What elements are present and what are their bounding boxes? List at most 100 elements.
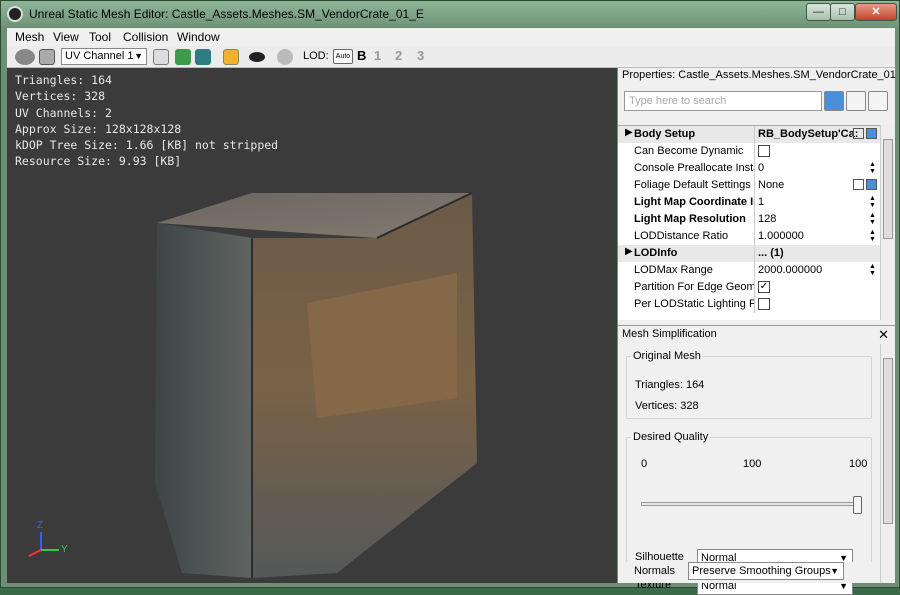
close-icon[interactable]: ✕ <box>878 326 889 343</box>
show-uv-button-icon[interactable] <box>39 49 55 65</box>
close-window-button[interactable]: ✕ <box>855 3 897 21</box>
property-action-buttons[interactable] <box>853 128 879 142</box>
spinner-icon[interactable]: ▲ ▼ <box>869 161 876 175</box>
property-value[interactable]: 2000.000000 <box>758 264 858 276</box>
bounds-icon[interactable] <box>195 49 211 65</box>
property-row-lod-info[interactable]: ▶ LODInfo ... (1) <box>618 245 880 262</box>
favorite-star-icon[interactable] <box>846 91 866 111</box>
right-panel: Properties: Castle_Assets.Meshes.SM_Vend… <box>618 68 895 595</box>
gear-icon[interactable] <box>277 49 293 65</box>
lod-auto-button[interactable]: Auto <box>333 49 353 64</box>
property-list: ▶ Body Setup RB_BodySetup'Ca: Can Become… <box>618 125 880 320</box>
property-name: LODMax Range <box>634 264 713 276</box>
mesh-simplification-title: Mesh Simplification ✕ <box>618 325 895 343</box>
uv-channel-value: UV Channel 1 <box>65 50 134 62</box>
property-row-console-preallocate[interactable]: Console Preallocate Instanc 0 ▲▼ <box>618 160 880 177</box>
axis-z-label: Z <box>37 520 44 531</box>
property-row-lod-distance-ratio[interactable]: LODDistance Ratio 1.000000 ▲ ▼ <box>618 228 880 245</box>
property-row-light-map-resolution[interactable]: Light Map Resolution 128 ▲ ▼ <box>618 211 880 228</box>
mesh-simplification-scrollbar[interactable] <box>880 344 895 583</box>
property-value[interactable]: RB_BodySetup'Ca: <box>758 128 858 140</box>
property-action-buttons[interactable] <box>853 179 879 193</box>
search-icon[interactable] <box>824 91 844 111</box>
property-name: Console Preallocate Instanc <box>634 162 754 174</box>
toolbar: UV Channel 1 ▼ LOD: Auto B 1 2 3 <box>7 46 895 68</box>
property-value[interactable]: 0 <box>758 162 858 174</box>
property-name: Foliage Default Settings <box>634 179 751 191</box>
original-mesh-label: Original Mesh <box>631 350 703 362</box>
expand-arrow-icon[interactable]: ▶ <box>625 246 633 257</box>
menu-window[interactable]: Window <box>177 30 220 44</box>
stat-resource-size: Resource Size: 9.93 [KB] <box>15 154 182 169</box>
spinner-icon[interactable]: ▲ ▼ <box>869 229 876 243</box>
property-value[interactable]: 128 <box>758 213 858 225</box>
lod-1-button[interactable]: 1 <box>374 48 381 63</box>
spinner-icon[interactable]: ▲ ▼ <box>869 195 876 209</box>
lod-base-button[interactable]: B <box>357 48 366 63</box>
eye-icon[interactable] <box>249 52 265 62</box>
quality-slider-thumb[interactable] <box>853 496 862 514</box>
property-row-per-lod-static-lighting[interactable]: Per LODStatic Lighting For I <box>618 296 880 313</box>
wireframe-cube-icon[interactable] <box>153 49 169 65</box>
menu-mesh[interactable]: Mesh <box>15 30 44 44</box>
property-value[interactable]: 1.000000 <box>758 230 858 242</box>
slider-min-label: 0 <box>641 458 648 470</box>
property-row-foliage-default-settings[interactable]: Foliage Default Settings None <box>618 177 880 194</box>
spinner-icon[interactable]: ▲ ▼ <box>869 263 876 277</box>
original-triangles: Triangles: 164 <box>635 379 705 391</box>
editor-window: Unreal Static Mesh Editor: Castle_Assets… <box>0 0 900 595</box>
uv-channel-select[interactable]: UV Channel 1 ▼ <box>61 48 147 65</box>
property-value[interactable]: 1 <box>758 196 858 208</box>
menu-tool[interactable]: Tool <box>89 30 111 44</box>
lock-icon[interactable] <box>223 49 239 65</box>
normals-row: Normals Preserve Smoothing Groups ▼ <box>618 562 880 583</box>
chevron-down-icon: ▼ <box>830 566 839 576</box>
spinner-icon[interactable]: ▲ ▼ <box>869 212 876 226</box>
expand-arrow-icon[interactable]: ▶ <box>625 127 633 138</box>
normals-select[interactable]: Preserve Smoothing Groups ▼ <box>688 562 844 580</box>
title-bar[interactable]: Unreal Static Mesh Editor: Castle_Assets… <box>1 1 899 27</box>
menu-view[interactable]: View <box>53 30 79 44</box>
per-lod-static-lighting-checkbox[interactable] <box>758 298 770 310</box>
quality-slider[interactable] <box>641 496 862 514</box>
properties-scrollbar[interactable] <box>880 125 895 320</box>
can-become-dynamic-checkbox[interactable] <box>758 145 770 157</box>
menu-collision[interactable]: Collision <box>123 30 168 44</box>
normals-value: Preserve Smoothing Groups <box>692 565 831 577</box>
stat-uv-channels: UV Channels: 2 <box>15 105 112 120</box>
axis-y-label: Y <box>61 544 68 555</box>
crate-left-face <box>155 223 252 578</box>
menu-bar: Mesh View Tool Collision Window <box>7 28 895 46</box>
stat-kdop-size: kDOP Tree Size: 1.66 [KB] not stripped <box>15 138 279 153</box>
mesh-viewport[interactable]: Triangles: 164 Vertices: 328 UV Channels… <box>7 68 617 583</box>
slider-mid-label: 100 <box>743 458 762 470</box>
original-vertices: Vertices: 328 <box>635 400 699 412</box>
chevron-down-icon: ▼ <box>134 51 143 61</box>
lod-2-button[interactable]: 2 <box>395 48 402 63</box>
property-row-can-become-dynamic[interactable]: Can Become Dynamic <box>618 143 880 160</box>
property-row-lod-max-range[interactable]: LODMax Range 2000.000000 ▲ ▼ <box>618 262 880 279</box>
collision-icon[interactable] <box>175 49 191 65</box>
property-value[interactable]: ... (1) <box>758 247 858 259</box>
property-row-body-setup[interactable]: ▶ Body Setup RB_BodySetup'Ca: <box>618 126 880 143</box>
stat-triangles: Triangles: 164 <box>15 73 112 87</box>
uv-icon[interactable] <box>15 49 35 65</box>
property-value[interactable]: None <box>758 179 858 191</box>
property-name: Light Map Resolution <box>634 213 746 225</box>
properties-title: Properties: Castle_Assets.Meshes.SM_Vend… <box>618 68 895 84</box>
original-mesh-group: Original Mesh Triangles: 164 Vertices: 3… <box>626 350 872 419</box>
maximize-button[interactable]: □ <box>830 3 855 21</box>
wrench-icon[interactable] <box>868 91 888 111</box>
property-row-light-map-coordinate[interactable]: Light Map Coordinate In 1 ▲ ▼ <box>618 194 880 211</box>
partition-edge-geometry-checkbox[interactable]: ✓ <box>758 281 770 293</box>
property-row-partition-edge-geometry[interactable]: Partition For Edge Geometry ✓ <box>618 279 880 296</box>
lod-label: LOD: <box>303 50 329 62</box>
property-name: Per LODStatic Lighting For I <box>634 298 754 310</box>
property-name: LODDistance Ratio <box>634 230 729 242</box>
stat-vertices: Vertices: 328 <box>15 89 106 104</box>
desired-quality-label: Desired Quality <box>631 431 711 443</box>
property-search-input[interactable]: Type here to search <box>624 91 822 111</box>
minimize-button[interactable]: — <box>806 3 831 21</box>
lod-3-button[interactable]: 3 <box>417 48 424 63</box>
window-title: Unreal Static Mesh Editor: Castle_Assets… <box>29 7 424 21</box>
